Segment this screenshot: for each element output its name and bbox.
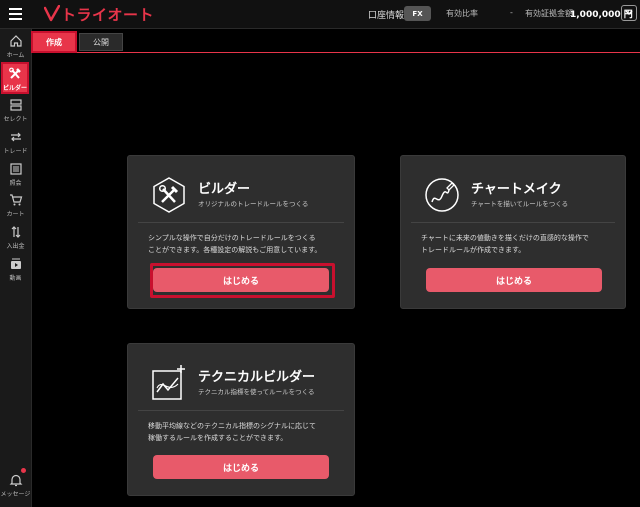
tools-icon bbox=[9, 67, 21, 79]
transfer-icon bbox=[11, 226, 20, 238]
technical-desc-line1: 移動平均線などのテクニカル指標のシグナルに応じて bbox=[148, 422, 316, 430]
builder-description: シンプルな操作で自分だけのトレードルールをつくる ことができます。各種設定の解説… bbox=[148, 232, 321, 256]
sidebar-item-select[interactable]: セレクト bbox=[0, 95, 31, 127]
chart-make-description: チャートに未来の値動きを描くだけの直感的な操作で トレードルールが作成できます。 bbox=[421, 232, 589, 256]
bell-icon bbox=[9, 474, 22, 487]
technical-start-button[interactable]: はじめる bbox=[153, 455, 329, 479]
technical-chart-icon bbox=[152, 365, 185, 400]
notification-badge bbox=[21, 468, 26, 473]
logo[interactable]: トライオート bbox=[44, 4, 154, 24]
tab-create[interactable]: 作成 bbox=[31, 31, 77, 53]
sidebar-item-home[interactable]: ホーム bbox=[0, 31, 31, 63]
tab-publish[interactable]: 公開 bbox=[79, 33, 123, 51]
sidebar-item-deposit[interactable]: 入出金 bbox=[0, 222, 31, 254]
builder-button-highlight bbox=[150, 263, 335, 298]
video-icon bbox=[10, 258, 21, 269]
chart-make-start-button[interactable]: はじめる bbox=[426, 268, 602, 292]
sidebar-item-inquiry[interactable]: 照会 bbox=[0, 159, 31, 191]
tab-bar: 作成 公開 bbox=[31, 31, 640, 53]
technical-description: 移動平均線などのテクニカル指標のシグナルに応じて 稼働するルールを作成することが… bbox=[148, 420, 316, 444]
top-header: トライオート 口座情報 FX 有効比率 - 有効証拠金額 1,000,000 円 bbox=[0, 0, 640, 29]
card-divider bbox=[138, 222, 344, 223]
trade-icon bbox=[10, 132, 21, 142]
chevron-down-icon bbox=[625, 10, 633, 16]
sidebar-item-label: ホーム bbox=[6, 52, 25, 59]
sidebar-item-label: 照会 bbox=[9, 180, 22, 187]
sidebar: ホーム ビルダー セレクト トレード 照会 カート 入出金 動画 メッセージ bbox=[0, 29, 32, 507]
sidebar-item-label: トレード bbox=[3, 148, 28, 155]
sidebar-item-trade[interactable]: トレード bbox=[0, 127, 31, 159]
cart-icon bbox=[9, 194, 22, 206]
card-divider bbox=[138, 410, 344, 411]
margin-ratio-label: 有効比率 bbox=[446, 9, 478, 18]
select-icon bbox=[9, 99, 22, 111]
sidebar-item-cart[interactable]: カート bbox=[0, 190, 31, 222]
technical-desc-line2: 稼働するルールを作成することができます。 bbox=[148, 434, 288, 442]
sidebar-item-label: メッセージ bbox=[0, 491, 31, 498]
chart-make-card: チャートメイク チャートを描いてルールをつくる チャートに未来の値動きを描くだけ… bbox=[400, 155, 626, 309]
effective-margin-label: 有効証拠金額 bbox=[525, 9, 573, 18]
sidebar-item-message[interactable]: メッセージ bbox=[0, 468, 31, 502]
pen-chart-icon bbox=[425, 178, 459, 212]
logo-text: トライオート bbox=[61, 5, 155, 24]
list-icon bbox=[9, 163, 22, 175]
user-menu-button[interactable] bbox=[621, 5, 637, 21]
sidebar-item-builder[interactable]: ビルダー bbox=[1, 62, 29, 94]
hamburger-menu-icon[interactable] bbox=[9, 8, 22, 20]
fx-badge[interactable]: FX bbox=[404, 6, 431, 21]
builder-title: ビルダー bbox=[198, 182, 251, 197]
sidebar-item-label: ビルダー bbox=[3, 85, 28, 92]
account-info-link[interactable]: 口座情報 bbox=[368, 8, 404, 21]
sidebar-item-label: 入出金 bbox=[6, 243, 25, 250]
sidebar-item-label: セレクト bbox=[3, 116, 28, 123]
chart-make-subtitle: チャートを描いてルールをつくる bbox=[471, 200, 569, 208]
chart-make-desc-line1: チャートに未来の値動きを描くだけの直感的な操作で bbox=[421, 234, 589, 242]
sidebar-item-video[interactable]: 動画 bbox=[0, 254, 31, 286]
technical-subtitle: テクニカル指標を使ってルールをつくる bbox=[198, 388, 315, 396]
logo-mark-icon bbox=[44, 5, 60, 22]
technical-title: テクニカルビルダー bbox=[198, 370, 316, 385]
builder-desc-line2: ことができます。各種設定の解説もご用意しています。 bbox=[148, 246, 322, 254]
builder-card: ビルダー オリジナルのトレードルールをつくる シンプルな操作で自分だけのトレード… bbox=[127, 155, 355, 309]
builder-hex-tools-icon bbox=[153, 177, 185, 213]
card-divider bbox=[411, 222, 615, 223]
technical-builder-card: テクニカルビルダー テクニカル指標を使ってルールをつくる 移動平均線などのテクニ… bbox=[127, 343, 355, 496]
sidebar-item-label: カート bbox=[6, 211, 25, 218]
home-icon bbox=[9, 35, 22, 47]
chart-make-desc-line2: トレードルールが作成できます。 bbox=[421, 246, 526, 254]
chart-make-title: チャートメイク bbox=[471, 182, 562, 197]
builder-subtitle: オリジナルのトレードルールをつくる bbox=[198, 200, 309, 208]
sidebar-item-label: 動画 bbox=[9, 275, 22, 282]
builder-desc-line1: シンプルな操作で自分だけのトレードルールをつくる bbox=[148, 234, 316, 242]
margin-ratio-value: - bbox=[510, 8, 513, 17]
